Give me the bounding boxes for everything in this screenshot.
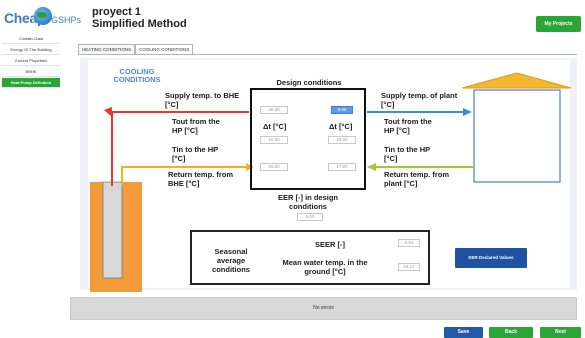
delta-t-right-input[interactable]: 10.00: [328, 136, 356, 144]
return-plant-input[interactable]: 17.00: [328, 163, 356, 171]
mean-temp-label: Mean water temp. in the ground [°C]: [282, 258, 368, 276]
return-plant-label: Return temp. from plant [°C]: [384, 170, 450, 188]
eer-input[interactable]: 5.00: [297, 213, 323, 221]
design-conditions-label: Design conditions: [276, 78, 342, 87]
tab-cooling-conditions[interactable]: COOLING CONDITIONS: [135, 44, 194, 54]
delta-t-left-label: Δt [°C]: [263, 122, 287, 131]
sidebar: Climatic Data Energy Of The Building Gro…: [0, 34, 62, 89]
logo-text-gshps: GSHPs: [51, 15, 82, 25]
seer-input[interactable]: 6.61: [398, 239, 420, 247]
back-button[interactable]: Back: [489, 327, 533, 338]
sidebar-item-heat-pump[interactable]: Heat Pump Definition: [2, 78, 60, 88]
page-title: Simplified Method: [92, 18, 187, 30]
save-button[interactable]: Save: [444, 327, 483, 338]
project-header: proyect 1 Simplified Method: [92, 6, 187, 30]
seasonal-label: Seasonal average conditions: [212, 247, 250, 274]
tin-right-label: Tin to the HP [°C]: [384, 145, 430, 163]
my-projects-button[interactable]: My Projects: [536, 16, 581, 32]
app-logo: Cheap GSHPs: [4, 4, 81, 28]
seer-label: SEER [-]: [315, 240, 345, 249]
tin-left-label: Tin to the HP [°C]: [172, 145, 218, 163]
mean-temp-input[interactable]: 15.17: [398, 263, 420, 271]
tab-divider: [78, 54, 577, 55]
sidebar-item-climatic-data[interactable]: Climatic Data: [2, 34, 60, 44]
project-name: proyect 1: [92, 6, 141, 18]
tout-left-label: Tout from the HP [°C]: [172, 117, 220, 135]
delta-t-left-input[interactable]: 10.00: [260, 136, 288, 144]
sidebar-item-bbhe[interactable]: BBHE: [2, 67, 60, 77]
return-bhe-label: Return temp. from BHE [°C]: [168, 170, 234, 188]
supply-plant-label: Supply temp. of plant [°C]: [381, 91, 458, 109]
next-button[interactable]: Next: [540, 327, 581, 338]
return-bhe-input[interactable]: 26.00: [260, 163, 288, 171]
sidebar-item-ground-properties[interactable]: Ground Properties: [2, 56, 60, 66]
supply-bhe-label: Supply temp. to BHE [°C]: [165, 91, 240, 109]
sidebar-item-energy-building[interactable]: Energy Of The Building: [2, 45, 60, 55]
supply-bhe-input[interactable]: 26.00: [260, 106, 288, 114]
eer-declared-values-button[interactable]: EER Declared Values: [455, 248, 527, 268]
delta-t-right-label: Δt [°C]: [329, 122, 353, 131]
status-bar: No errors: [70, 297, 577, 320]
tab-bar: HEATING CONDITIONS COOLING CONDITIONS: [78, 44, 194, 54]
eer-label: EER [-] in design conditions: [278, 193, 338, 211]
tout-right-label: Tout from the HP [°C]: [384, 117, 432, 135]
cooling-title: COOLING CONDITIONS: [113, 67, 161, 84]
tab-heating-conditions[interactable]: HEATING CONDITIONS: [78, 44, 136, 54]
globe-icon: [34, 7, 52, 25]
supply-plant-input[interactable]: 8.00: [331, 106, 353, 114]
